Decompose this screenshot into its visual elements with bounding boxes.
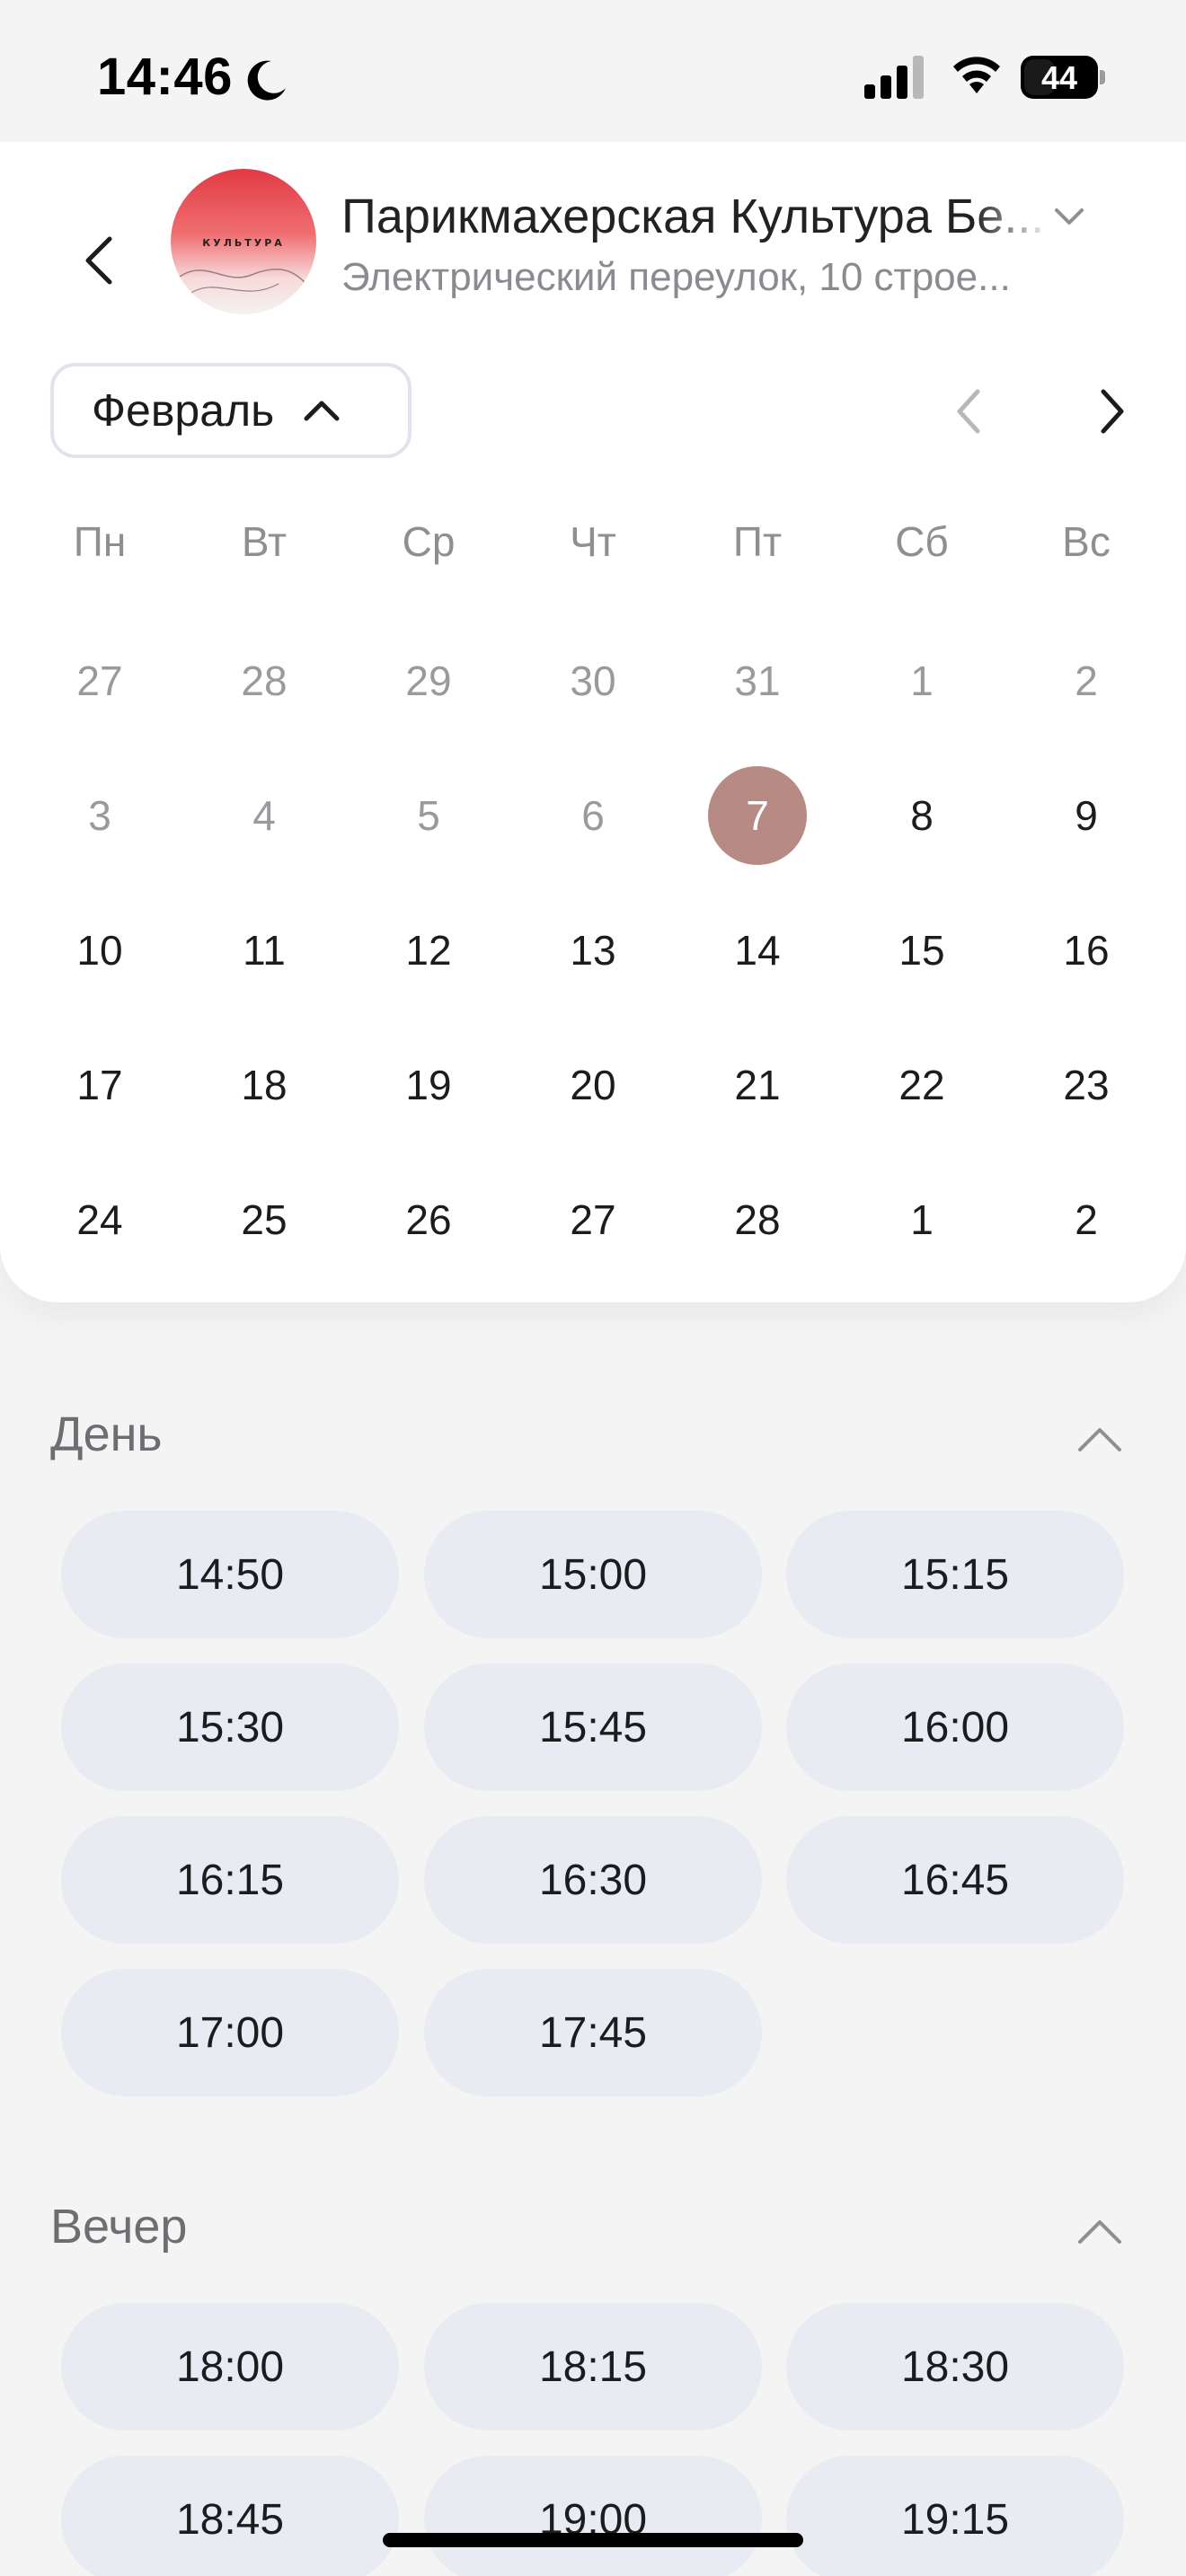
calendar-day[interactable]: 9 (1037, 766, 1136, 865)
calendar-day-disabled: 3 (88, 792, 111, 839)
calendar-day-outside: 31 (734, 657, 781, 704)
battery-icon: 44 (1021, 56, 1105, 99)
month-selector[interactable]: Февраль (50, 363, 412, 458)
calendar-day-selected[interactable]: 7 (708, 766, 807, 865)
chevron-up-icon[interactable] (1075, 1423, 1125, 1455)
next-month-button[interactable] (1085, 375, 1139, 447)
calendar-day[interactable]: 12 (379, 901, 478, 1000)
chevron-up-icon[interactable] (1075, 2215, 1125, 2247)
calendar-day[interactable]: 21 (708, 1036, 807, 1134)
weekday-label: Вс (1062, 518, 1111, 565)
calendar-day-outside: 28 (241, 657, 288, 704)
time-slot[interactable]: 17:45 (424, 1969, 762, 2096)
weekday-label: Сб (895, 518, 949, 565)
status-time: 14:46 (97, 48, 233, 106)
time-slot[interactable]: 15:15 (786, 1511, 1124, 1638)
calendar-day[interactable]: 22 (872, 1036, 971, 1134)
chevron-right-icon (1101, 389, 1124, 434)
back-arrow-icon (85, 236, 112, 285)
section-title-day: День (50, 1407, 163, 1461)
calendar-day[interactable]: 11 (215, 901, 314, 1000)
calendar-day[interactable]: 26 (379, 1170, 478, 1269)
calendar-day-outside: 27 (76, 657, 123, 704)
calendar-day[interactable]: 24 (50, 1170, 149, 1269)
calendar-day[interactable]: 15 (872, 901, 971, 1000)
calendar-day[interactable]: 14 (708, 901, 807, 1000)
calendar-day-disabled: 1 (910, 657, 934, 704)
time-slot[interactable]: 16:15 (61, 1816, 399, 1944)
weekday-label: Чт (570, 518, 616, 565)
battery-cap (1100, 70, 1105, 84)
time-slot[interactable]: 18:00 (61, 2303, 399, 2430)
salon-logo: КУЛЬТУРА (171, 169, 316, 314)
time-slot[interactable]: 16:00 (786, 1663, 1124, 1791)
calendar-day[interactable]: 8 (872, 766, 971, 865)
calendar-day[interactable]: 13 (544, 901, 642, 1000)
calendar-day[interactable]: 10 (50, 901, 149, 1000)
salon-logo-text: КУЛЬТУРА (202, 237, 285, 249)
wifi-icon (953, 57, 1000, 93)
battery-level: 44 (1040, 59, 1078, 96)
calendar-day[interactable]: 23 (1037, 1036, 1136, 1134)
calendar-day[interactable]: 16 (1037, 901, 1136, 1000)
calendar-card: КУЛЬТУРА Парикмахерская Культура Бе... Э… (0, 142, 1186, 1302)
calendar-day-disabled: 6 (581, 792, 605, 839)
time-slot[interactable]: 19:15 (786, 2456, 1124, 2576)
moon-icon (247, 60, 286, 101)
time-slot[interactable]: 16:30 (424, 1816, 762, 1944)
chevron-up-icon (304, 401, 340, 421)
signal-icon (864, 56, 924, 99)
calendar-day[interactable]: 27 (544, 1170, 642, 1269)
booking-screen: 14:46 44 КУЛЬТУРА Парикмахерская Культур… (0, 0, 1186, 2576)
salon-avatar[interactable]: КУЛЬТУРА (171, 169, 316, 314)
calendar-day[interactable]: 2 (1037, 1170, 1136, 1269)
back-button[interactable] (63, 216, 135, 305)
calendar-day[interactable]: 18 (215, 1036, 314, 1134)
calendar-day[interactable]: 17 (50, 1036, 149, 1134)
status-bar: 14:46 44 (0, 0, 1186, 142)
time-slot[interactable]: 18:30 (786, 2303, 1124, 2430)
calendar-day[interactable]: 28 (708, 1170, 807, 1269)
calendar-day-outside: 29 (405, 657, 452, 704)
time-slot[interactable]: 14:50 (61, 1511, 399, 1638)
salon-name: Парикмахерская Культура Бе... (341, 190, 1045, 243)
time-slot[interactable]: 15:00 (424, 1511, 762, 1638)
section-title-evening: Вечер (50, 2200, 188, 2254)
salon-selector[interactable]: Парикмахерская Культура Бе... (341, 185, 1114, 248)
chevron-down-icon (1055, 208, 1084, 225)
calendar-day[interactable]: 25 (215, 1170, 314, 1269)
time-slot[interactable]: 19:00 (424, 2456, 762, 2576)
salon-address: Электрический переулок, 10 строе... (341, 255, 1011, 299)
time-slot[interactable]: 18:45 (61, 2456, 399, 2576)
weekday-label: Пт (732, 518, 783, 565)
time-slot[interactable]: 15:45 (424, 1663, 762, 1791)
month-label: Февраль (92, 385, 275, 436)
calendar-day-disabled: 5 (417, 792, 440, 839)
calendar-day-disabled: 4 (252, 792, 276, 839)
weekday-label: Вт (241, 518, 288, 565)
weekday-label: Ср (402, 518, 456, 565)
time-slot[interactable]: 16:45 (786, 1816, 1124, 1944)
chevron-left-icon (957, 389, 980, 434)
calendar-day[interactable]: 1 (872, 1170, 971, 1269)
home-indicator (383, 2533, 803, 2547)
calendar-day[interactable]: 19 (379, 1036, 478, 1134)
weekday-label: Пн (73, 518, 127, 565)
time-slot[interactable]: 18:15 (424, 2303, 762, 2430)
time-slot[interactable]: 17:00 (61, 1969, 399, 2096)
calendar-day-outside: 30 (570, 657, 616, 704)
prev-month-button[interactable] (942, 375, 996, 447)
time-slot[interactable]: 15:30 (61, 1663, 399, 1791)
calendar-day[interactable]: 20 (544, 1036, 642, 1134)
calendar-day-disabled: 2 (1075, 657, 1098, 704)
